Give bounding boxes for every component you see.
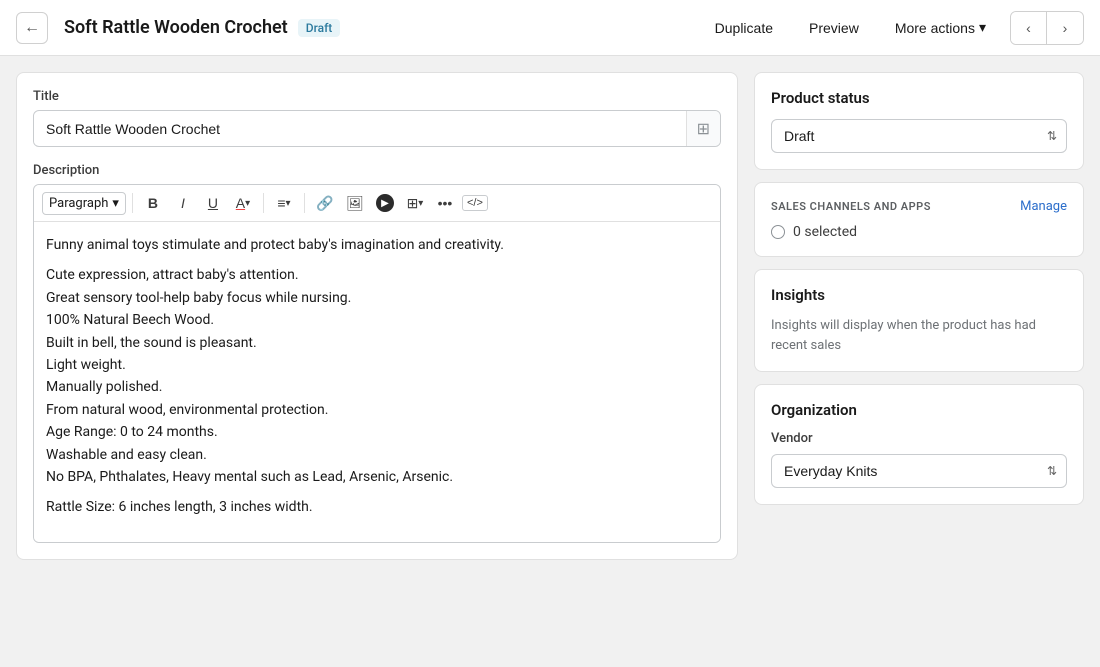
preview-button[interactable]: Preview <box>797 14 871 42</box>
video-icon: ▶ <box>376 194 394 212</box>
draft-badge: Draft <box>298 19 341 37</box>
description-editor: Paragraph ▾ B I U A ▾ ≡ ▾ <box>33 184 721 543</box>
title-input[interactable] <box>34 113 686 145</box>
code-view-icon: </> <box>462 195 488 211</box>
color-chevron-icon: ▾ <box>245 198 250 209</box>
toolbar-divider-3 <box>304 193 305 213</box>
duplicate-button[interactable]: Duplicate <box>703 14 785 42</box>
align-chevron-icon: ▾ <box>286 198 291 209</box>
video-button[interactable]: ▶ <box>371 189 399 217</box>
header-actions: Duplicate Preview More actions ▾ ‹ › <box>703 11 1084 45</box>
title-input-wrapper: ⊞ <box>33 110 721 147</box>
back-icon: ← <box>24 19 40 37</box>
right-panel: Product status Draft Active ⇅ SALES CHAN… <box>754 72 1084 651</box>
toolbar-divider-1 <box>132 193 133 213</box>
insights-description: Insights will display when the product h… <box>771 316 1067 355</box>
left-panel: Title ⊞ Description Paragraph ▾ B I U <box>16 72 738 651</box>
link-icon: 🔗 <box>316 195 333 212</box>
status-select[interactable]: Draft Active <box>771 119 1067 153</box>
chevron-down-icon: ▾ <box>979 19 986 36</box>
toolbar-divider-2 <box>263 193 264 213</box>
manage-link[interactable]: Manage <box>1020 199 1067 214</box>
image-button[interactable]: 🖼 <box>341 189 369 217</box>
description-label: Description <box>33 163 721 178</box>
more-options-icon: ••• <box>438 195 453 211</box>
desc-line-1: Funny animal toys stimulate and protect … <box>46 234 708 256</box>
paragraph-select[interactable]: Paragraph ▾ <box>42 192 126 215</box>
bold-button[interactable]: B <box>139 189 167 217</box>
more-actions-button[interactable]: More actions ▾ <box>883 13 998 42</box>
code-view-button[interactable]: </> <box>461 189 489 217</box>
prev-arrow-button[interactable]: ‹ <box>1011 12 1047 44</box>
status-select-wrapper: Draft Active ⇅ <box>771 119 1067 153</box>
vendor-select-wrapper: Everyday Knits ⇅ <box>771 454 1067 488</box>
desc-line-2: Cute expression, attract baby's attentio… <box>46 264 708 488</box>
insights-title: Insights <box>771 286 1067 304</box>
text-color-button[interactable]: A ▾ <box>229 189 257 217</box>
product-title-text: Soft Rattle Wooden Crochet <box>64 17 288 38</box>
nav-arrows: ‹ › <box>1010 11 1084 45</box>
selected-count-label: 0 selected <box>793 224 857 240</box>
table-button[interactable]: ⊞ ▾ <box>401 189 429 217</box>
sales-channels-card: SALES CHANNELS AND APPS Manage 0 selecte… <box>754 182 1084 257</box>
editor-toolbar: Paragraph ▾ B I U A ▾ ≡ ▾ <box>34 185 720 222</box>
organization-title: Organization <box>771 401 1067 419</box>
desc-line-3: Rattle Size: 6 inches length, 3 inches w… <box>46 496 708 518</box>
text-color-label: A <box>236 195 245 211</box>
sales-channels-label: SALES CHANNELS AND APPS <box>771 200 931 213</box>
radio-circle-icon <box>771 225 785 239</box>
table-chevron-icon: ▾ <box>418 198 423 209</box>
title-label: Title <box>33 89 721 104</box>
vendor-label: Vendor <box>771 431 1067 446</box>
vendor-select[interactable]: Everyday Knits <box>771 454 1067 488</box>
product-form-card: Title ⊞ Description Paragraph ▾ B I U <box>16 72 738 560</box>
chevron-down-icon: ▾ <box>112 196 119 211</box>
product-status-title: Product status <box>771 89 1067 107</box>
more-actions-label: More actions <box>895 20 975 36</box>
sales-channels-header: SALES CHANNELS AND APPS Manage <box>771 199 1067 214</box>
organization-card: Organization Vendor Everyday Knits ⇅ <box>754 384 1084 505</box>
more-options-button[interactable]: ••• <box>431 189 459 217</box>
italic-button[interactable]: I <box>169 189 197 217</box>
table-icon: ⊞ <box>407 195 419 212</box>
editor-content-area[interactable]: Funny animal toys stimulate and protect … <box>34 222 720 542</box>
header: ← Soft Rattle Wooden Crochet Draft Dupli… <box>0 0 1100 56</box>
paragraph-label: Paragraph <box>49 196 108 211</box>
underline-button[interactable]: U <box>199 189 227 217</box>
insights-card: Insights Insights will display when the … <box>754 269 1084 372</box>
image-icon: 🖼 <box>346 195 364 212</box>
main-layout: Title ⊞ Description Paragraph ▾ B I U <box>0 56 1100 667</box>
page-title: Soft Rattle Wooden Crochet Draft <box>64 17 687 38</box>
selected-row: 0 selected <box>771 224 1067 240</box>
product-status-card: Product status Draft Active ⇅ <box>754 72 1084 170</box>
title-icon: ⊞ <box>686 111 720 146</box>
align-button[interactable]: ≡ ▾ <box>270 189 298 217</box>
link-button[interactable]: 🔗 <box>311 189 339 217</box>
next-arrow-button[interactable]: › <box>1047 12 1083 44</box>
align-icon: ≡ <box>277 195 285 211</box>
back-button[interactable]: ← <box>16 12 48 44</box>
